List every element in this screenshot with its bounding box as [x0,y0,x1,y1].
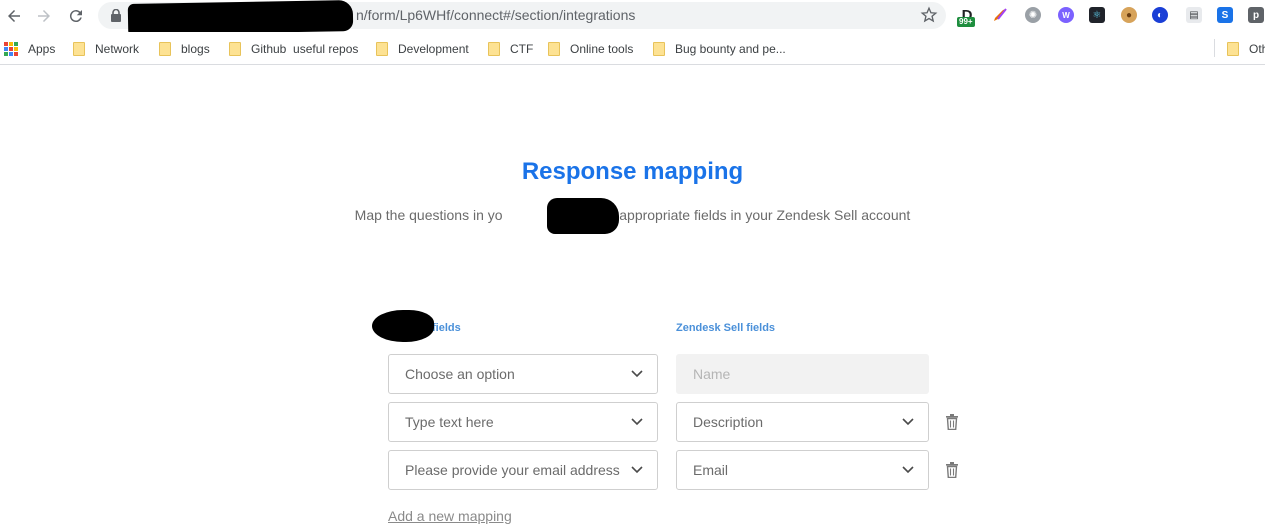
ext-globe-icon[interactable]: ◐ [1152,7,1168,23]
folder-icon [229,42,241,56]
star-icon[interactable] [920,6,938,24]
bookmark-label: CTF [510,42,534,56]
redacted-subtitle-part [547,198,619,234]
right-column-label: Zendesk Sell fields [676,322,776,334]
arrow-right-icon [38,10,50,22]
select-value: Please provide your email address [405,462,620,478]
lock-icon [111,9,121,22]
bookmark-label: Bug bounty and pe... [675,42,786,56]
folder-icon [488,42,500,56]
select-placeholder: Name [693,366,731,382]
ext-s-icon[interactable]: S [1217,7,1233,23]
ext-badge: 99+ [957,17,975,27]
bookmark-label: Online tools [570,42,634,56]
bookmark-online-tools[interactable]: Online tools [548,41,633,57]
bookmark-label: Network [95,42,140,56]
ext-react-icon[interactable]: ⚛ [1089,7,1105,23]
url-text: n/form/Lp6WHf/connect#/section/integrati… [356,7,636,23]
ext-rocket-icon[interactable] [992,7,1008,23]
redacted-url-part [127,0,354,35]
select-value: Type text here [405,414,494,430]
bookmark-blogs[interactable]: blogs [159,41,210,57]
bookmarks-divider [1214,39,1215,57]
ext-cookie-icon[interactable]: ● [1121,7,1137,23]
bookmark-bug-bounty[interactable]: Bug bounty and pe... [653,41,786,57]
bookmark-label: Oth [1249,42,1265,56]
zendesk-field-select-2[interactable]: Description [676,402,929,442]
zendesk-field-name: Name [676,354,929,394]
trash-icon[interactable] [945,414,959,430]
zendesk-field-select-3[interactable]: Email [676,450,929,490]
address-bar[interactable]: n/form/Lp6WHf/connect#/section/integrati… [98,0,946,35]
chevron-down-icon [902,418,914,426]
arrow-left-icon [8,10,20,22]
browser-toolbar: n/form/Lp6WHf/connect#/section/integrati… [0,0,1265,35]
bookmark-github[interactable]: Github useful repos [229,41,358,57]
select-value: Choose an option [405,366,515,382]
bookmark-network[interactable]: Network [73,41,139,57]
folder-icon [653,42,665,56]
bookmark-ctf[interactable]: CTF [488,41,533,57]
form-field-select-2[interactable]: Type text here [388,402,658,442]
chevron-down-icon [902,466,914,474]
ext-p-icon[interactable]: p [1248,7,1264,23]
bookmarks-bar: Apps Network blogs Github useful repos D… [0,32,1265,65]
back-button[interactable] [2,4,26,28]
folder-icon [548,42,560,56]
chevron-down-icon [631,370,643,378]
page-title: Response mapping [521,158,744,185]
bookmark-label: Development [398,42,469,56]
select-value: Description [693,414,764,430]
reload-icon [69,10,82,23]
chevron-down-icon [631,418,643,426]
page-subtitle: Map the questions in yo to the appropria… [354,207,911,223]
form-field-select-1[interactable]: Choose an option [388,354,658,394]
apps-grid-icon [4,42,18,56]
reload-button[interactable] [64,4,88,28]
bookmark-label: Github useful repos [251,42,359,56]
form-field-select-3[interactable]: Please provide your email address [388,450,658,490]
folder-icon [159,42,171,56]
trash-icon[interactable] [945,462,959,478]
ext-gear-icon[interactable]: ✺ [1025,7,1041,23]
bookmark-label: blogs [181,42,210,56]
ext-page-icon[interactable]: ▤ [1186,7,1202,23]
select-value: Email [693,462,729,478]
redacted-label-part [372,310,434,342]
bookmark-apps[interactable]: Apps [4,41,55,57]
bookmark-label: Apps [28,42,56,56]
folder-icon [376,42,388,56]
ext-wappalyzer-icon[interactable]: W [1058,7,1074,23]
forward-button[interactable] [32,4,56,28]
bookmark-development[interactable]: Development [376,41,469,57]
folder-icon [1227,42,1239,56]
chevron-down-icon [631,466,643,474]
add-new-mapping-link[interactable]: Add a new mapping [388,508,512,524]
folder-icon [73,42,85,56]
bookmark-other[interactable]: Oth [1227,41,1265,57]
